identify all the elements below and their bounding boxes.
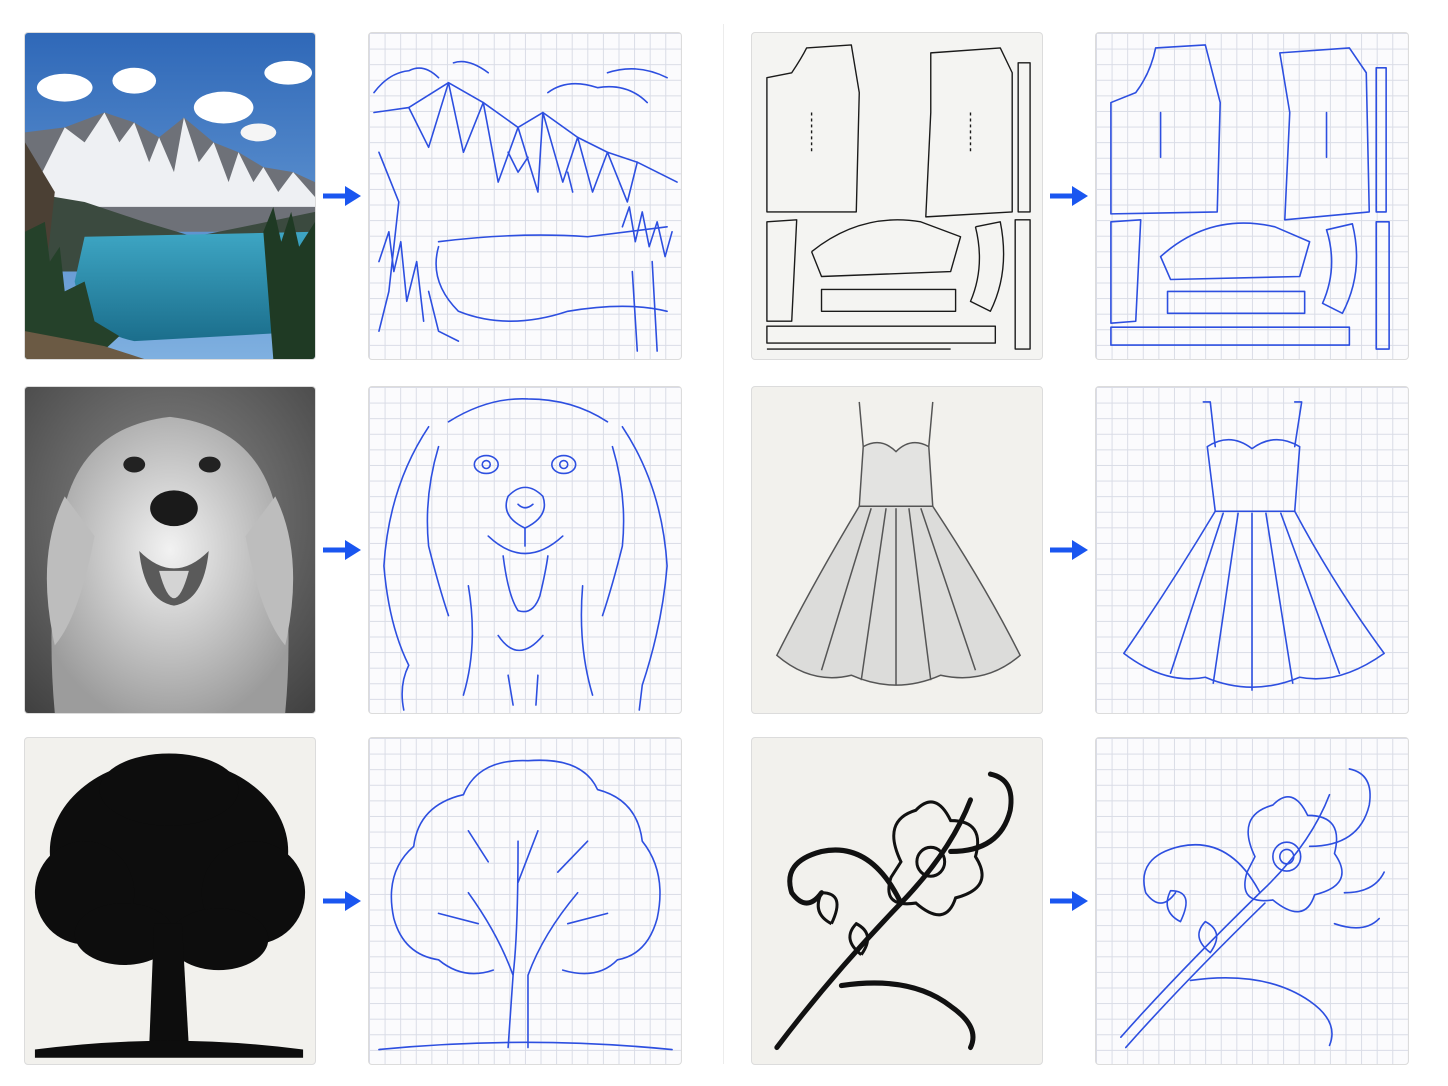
- right-arrow-icon: [323, 186, 361, 206]
- pair-mountain-lake: [24, 32, 682, 362]
- right-arrow-icon: [1050, 891, 1088, 911]
- dress-pencil-sketch: [751, 386, 1043, 714]
- sewing-pattern-line-tracing: [1095, 32, 1409, 360]
- tree-silhouette: [24, 737, 316, 1065]
- right-arrow-icon: [1050, 540, 1088, 560]
- mountain-lake-line-tracing: [368, 32, 682, 360]
- column-divider: [723, 24, 724, 1064]
- mountain-lake-photo: [24, 32, 316, 360]
- floral-ornament-line-tracing: [1095, 737, 1409, 1065]
- pair-golden-retriever: [24, 386, 682, 716]
- pair-dress: [751, 386, 1409, 716]
- pair-sewing-pattern: [751, 32, 1409, 362]
- pair-floral-ornament: [751, 737, 1409, 1067]
- golden-retriever-photo: [24, 386, 316, 714]
- tree-line-tracing: [368, 737, 682, 1065]
- pair-tree: [24, 737, 682, 1067]
- sewing-pattern-pieces: [751, 32, 1043, 360]
- floral-ornament-ink: [751, 737, 1043, 1065]
- right-arrow-icon: [1050, 186, 1088, 206]
- dress-line-tracing: [1095, 386, 1409, 714]
- golden-retriever-line-tracing: [368, 386, 682, 714]
- right-arrow-icon: [323, 540, 361, 560]
- right-arrow-icon: [323, 891, 361, 911]
